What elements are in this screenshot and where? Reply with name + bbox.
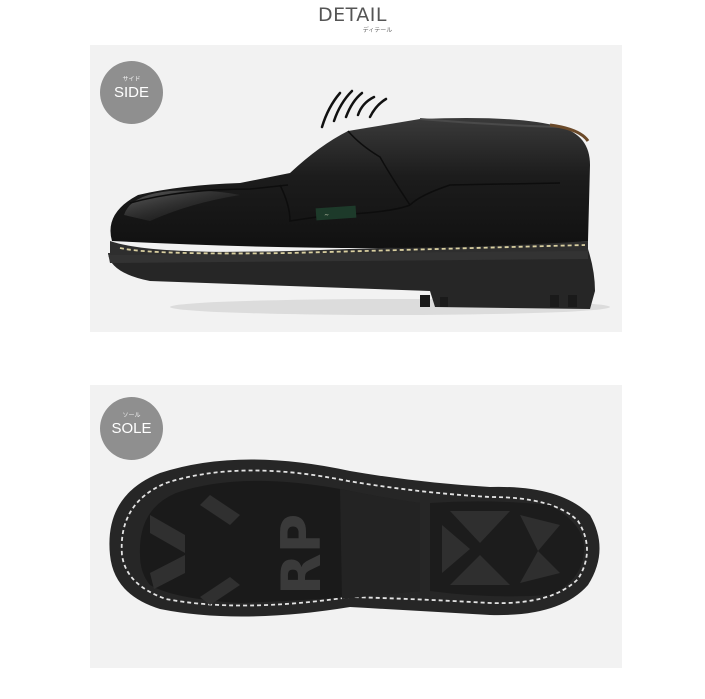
section-heading: DETAIL ディテール [0, 4, 705, 35]
shoe-side-image: ~ [108, 89, 610, 315]
shoe-sole-image: RP [109, 459, 600, 617]
sole-badge-ruby: ソール [122, 413, 141, 419]
side-badge: サイド SIDE [100, 61, 163, 124]
side-badge-label: SIDE [113, 84, 149, 101]
side-view-panel: ~ サイド SIDE [90, 45, 622, 332]
svg-text:RP: RP [270, 514, 333, 595]
sole-view-panel: RP ソール SOLE [90, 385, 622, 668]
section-subtitle: ディテール [362, 28, 393, 34]
side-badge-ruby: サイド [122, 77, 141, 83]
sole-badge: ソール SOLE [100, 397, 163, 460]
section-title: DETAIL [318, 4, 387, 26]
svg-text:~: ~ [324, 211, 330, 218]
sole-badge-label: SOLE [111, 420, 152, 437]
